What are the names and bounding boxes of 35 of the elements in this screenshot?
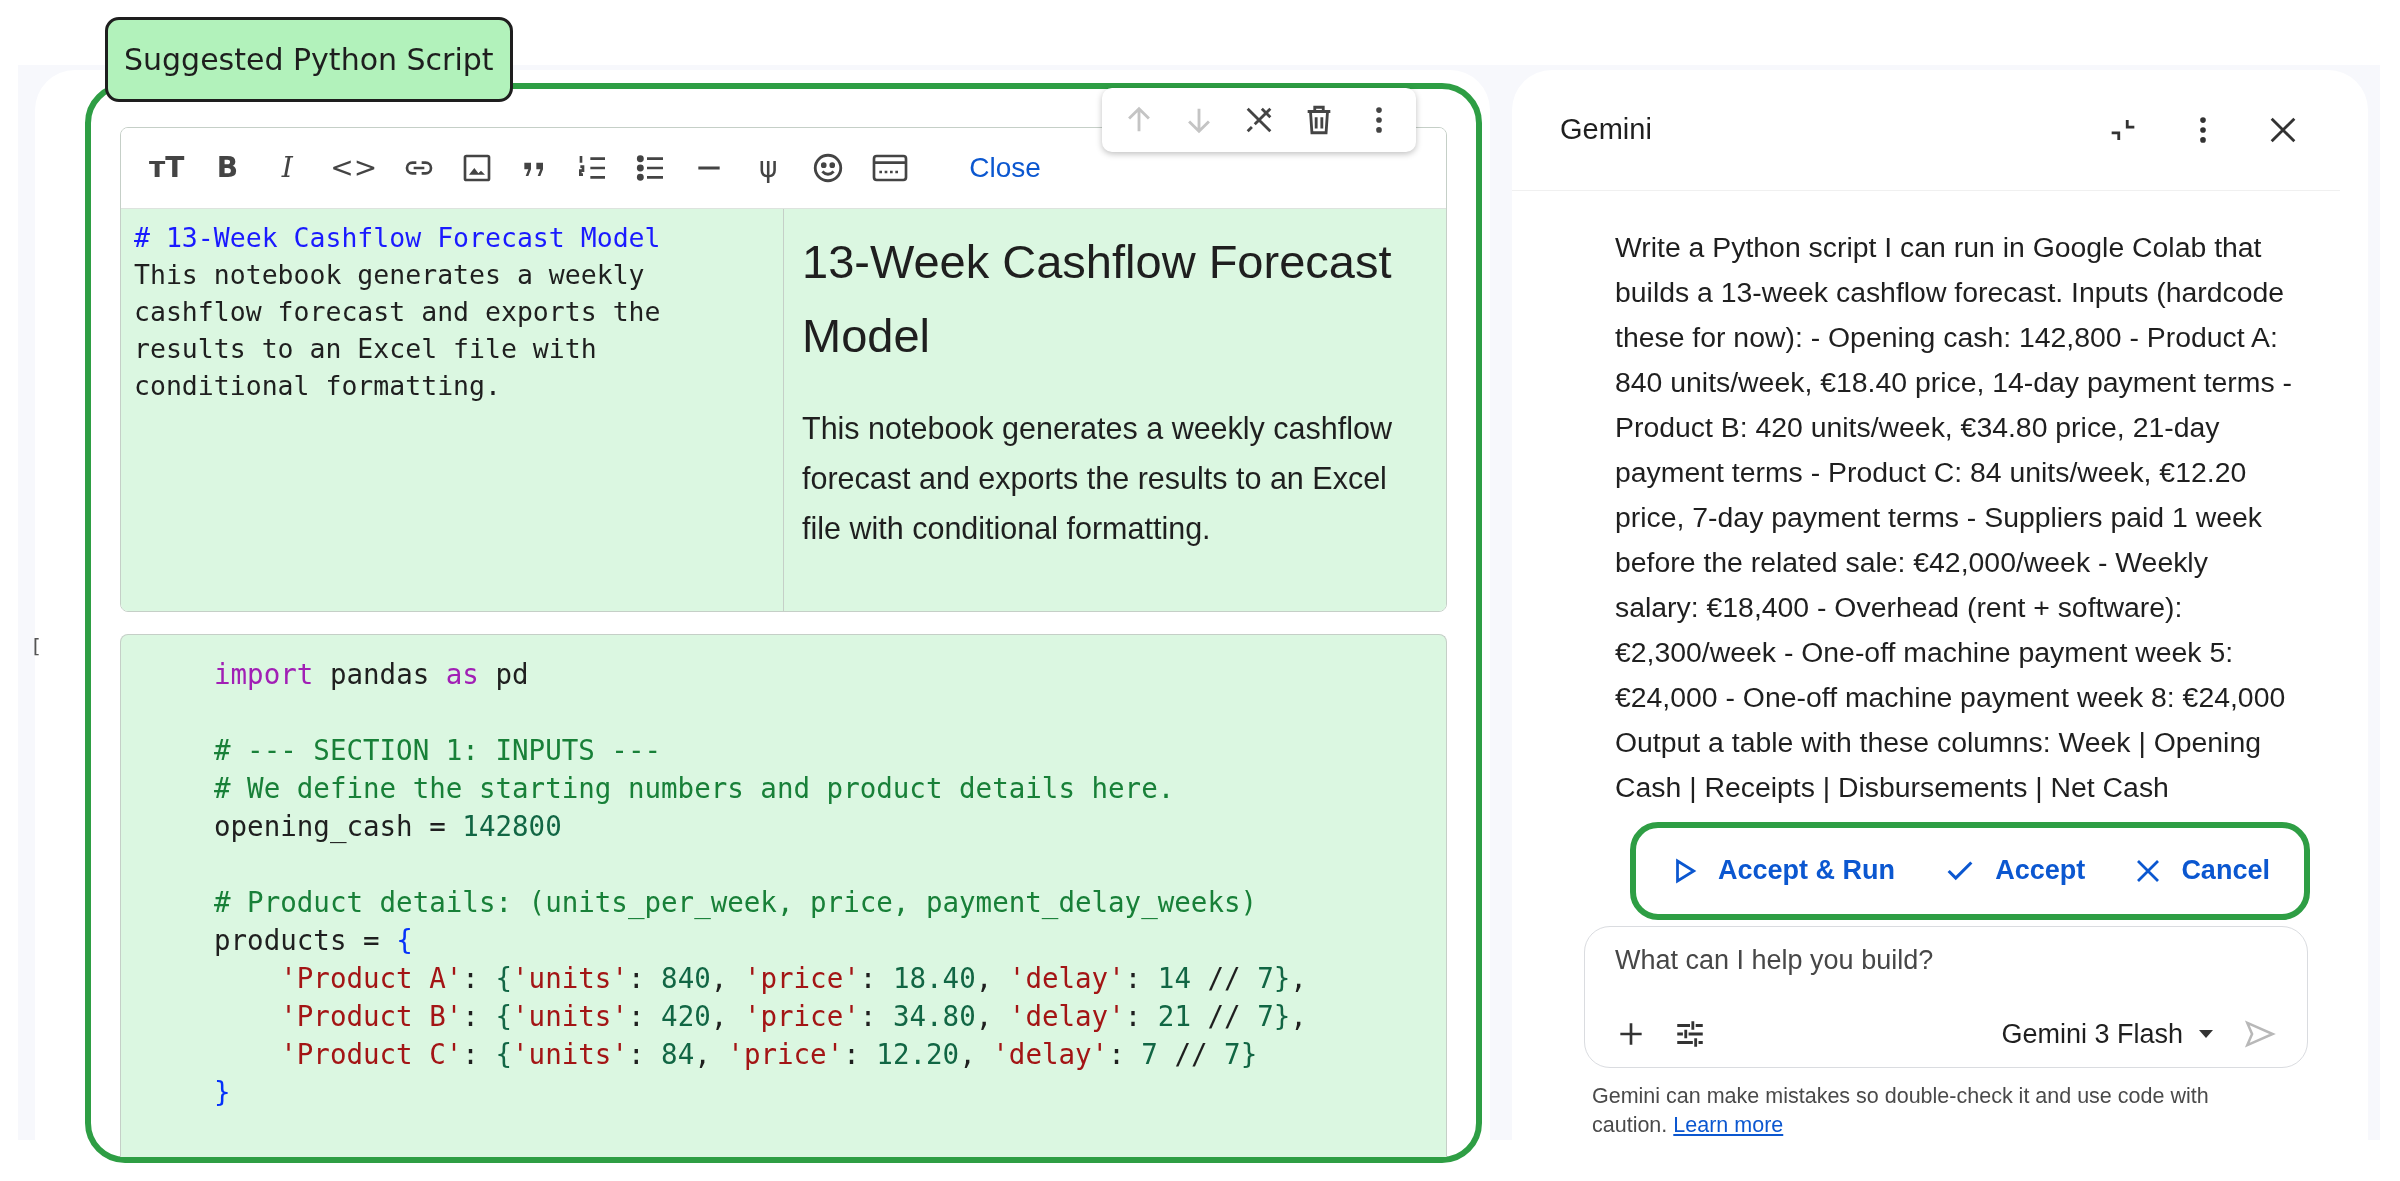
preview-heading: 13-Week Cashflow Forecast Model bbox=[802, 234, 1393, 364]
learn-more-link[interactable]: Learn more bbox=[1673, 1113, 1784, 1137]
run-indicator: [ bbox=[30, 634, 43, 658]
code-cell[interactable] bbox=[120, 634, 1447, 1157]
code-line: products = { bbox=[214, 923, 413, 958]
caret-icon[interactable] bbox=[2197, 1028, 2215, 1040]
code-line: opening_cash = 142800 bbox=[214, 809, 562, 845]
annotation-label: Suggested Python Script bbox=[105, 17, 513, 102]
run-button[interactable]: Accept & Run bbox=[1666, 851, 1900, 891]
format-button[interactable]: I bbox=[270, 150, 305, 186]
prompt-input[interactable]: What can I help you build? Gemini 3 Flash bbox=[1584, 925, 2308, 1068]
code-line: # --- SECTION 1: INPUTS --- bbox=[214, 733, 662, 768]
code-line: # Product details: (units_per_week, price, payment_delay_weeks) bbox=[214, 885, 1258, 921]
markdown-editor[interactable]: # 13-Week Cashflow Forecast Model This notebook generates a weekly cashflow forecast and exports the results to an Excel file with conditional formatting. bbox=[121, 209, 784, 611]
prompt-message: Write a Python script I can run in Google Colab that builds a 13-week cashflow forecast. Inputs (hardcode these for now): - Opening cash: 142,800 - Product A: 840 units/week, €18.40 price, 14-day payment terms - Product B: 420 units/week, €34.80 price, 21-day payment terms - Product C: 84 units/week, €12.20 price, 7-day payment terms - Suppliers paid 1 week before the related sale: €42,000/week - Weekly salary: €18,400 - Overhead (rent + software): €2,300/week - One-off machine payment week 5: €24,000 - One-off machine payment week 8: €24,000 Output a table with these columns: Week | Opening Cash | Receipts | Disbursements | Net Cash bbox=[1615, 229, 2293, 805]
panel-title: Gemini bbox=[1560, 113, 1653, 147]
cancel-button[interactable]: Cancel bbox=[2129, 851, 2274, 891]
disclaimer-text: Gemini can make mistakes so double-check it and use code with caution. Learn more bbox=[1592, 1083, 2210, 1139]
model-dropdown[interactable]: Gemini 3 Flash bbox=[2001, 1018, 2215, 1050]
format-button[interactable]: B bbox=[210, 150, 245, 186]
code-line: 'Product C': {'units': 84, 'price': 12.20, 'delay': 7 // 7} bbox=[279, 1037, 1258, 1072]
preview-text: This notebook generates a weekly cashflow forecast and exports the results to an Excel file with conditional formatting. bbox=[802, 410, 1393, 548]
source-text: This notebook generates a weekly cashflow forecast and exports the results to an Excel file with conditional formatting. bbox=[134, 258, 662, 403]
code-line: # We define the starting numbers and product details here. bbox=[214, 771, 1175, 806]
code-line: 'Product B': {'units': 420, 'price': 34.80, 'delay': 21 // 7}, bbox=[279, 999, 1307, 1034]
window-icon[interactable] bbox=[871, 152, 910, 184]
format-button[interactable]: <> bbox=[330, 150, 378, 186]
source-heading: # 13-Week Cashflow Forecast Model bbox=[134, 221, 662, 255]
format-button[interactable]: ψ bbox=[751, 150, 786, 186]
code-line: 'Product A': {'units': 840, 'price': 18.40, 'delay': 14 // 7}, bbox=[279, 961, 1307, 996]
accept-button[interactable]: Accept bbox=[1939, 849, 2090, 892]
code-line: } bbox=[214, 1075, 231, 1110]
format-button[interactable]: ᴛT bbox=[149, 150, 185, 186]
close-button[interactable]: Close bbox=[969, 152, 1041, 184]
code-line: import pandas as pd bbox=[214, 657, 529, 692]
